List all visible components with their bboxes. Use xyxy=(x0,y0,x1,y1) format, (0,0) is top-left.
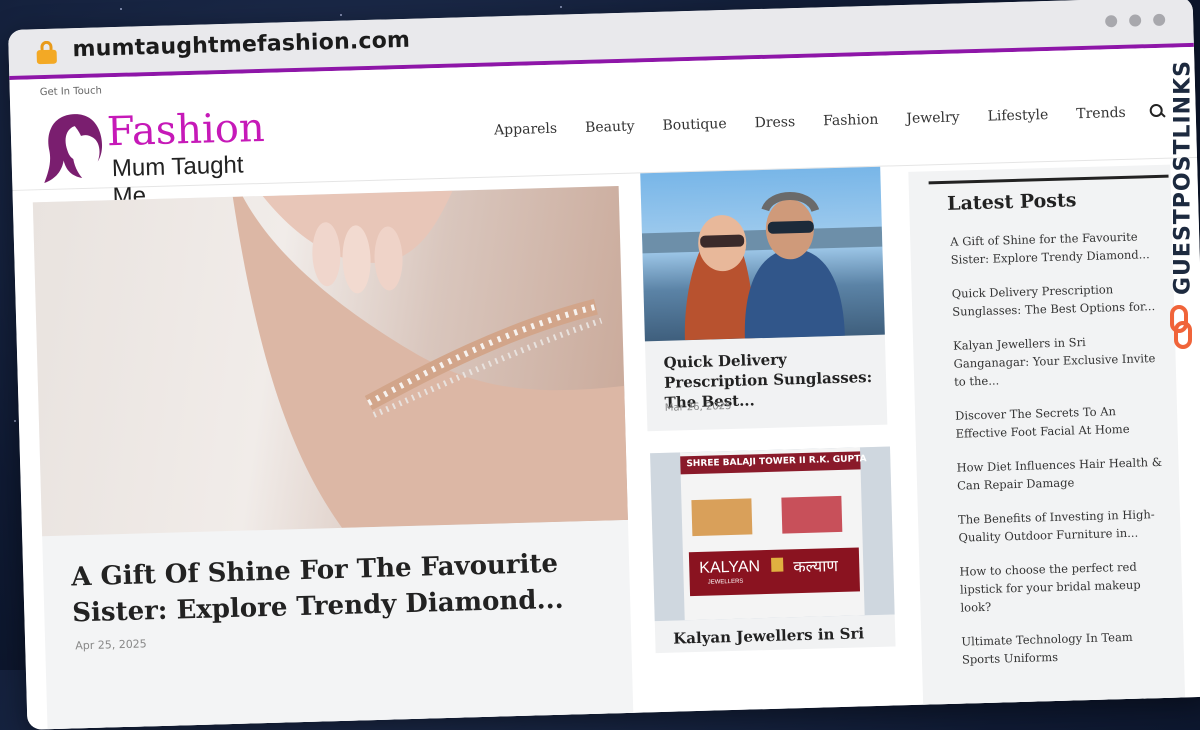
card-title[interactable]: Kalyan Jewellers in Sri xyxy=(673,623,883,649)
main-nav: Apparels Beauty Boutique Dress Fashion J… xyxy=(494,103,1166,139)
nav-item-fashion[interactable]: Fashion xyxy=(823,112,879,130)
card-image[interactable]: SHREE BALAJI TOWER II R.K. GUPTA KALYAN … xyxy=(650,446,895,622)
article-card[interactable]: Quick Delivery Prescription Sunglasses: … xyxy=(640,166,888,432)
article-card[interactable]: SHREE BALAJI TOWER II R.K. GUPTA KALYAN … xyxy=(650,446,896,654)
nav-item-dress[interactable]: Dress xyxy=(754,114,795,131)
logo-title: Fashion xyxy=(106,104,266,156)
main-content: A Gift Of Shine For The Favourite Sister… xyxy=(12,158,1200,730)
featured-image[interactable] xyxy=(32,186,628,537)
address-bar[interactable]: mumtaughtmefashion.com xyxy=(72,28,410,62)
guestpostlinks-badge: GUESTPOSTLINKS xyxy=(1160,55,1200,355)
latest-posts-list: A Gift of Shine for the Favourite Sister… xyxy=(950,227,1173,685)
nav-item-trends[interactable]: Trends xyxy=(1076,105,1126,122)
kalyan-logo-text: KALYAN xyxy=(699,558,761,577)
sidebar-heading: Latest Posts xyxy=(946,189,1077,215)
sidebar-divider xyxy=(928,174,1169,185)
nav-item-jewelry[interactable]: Jewelry xyxy=(906,109,960,126)
nav-item-boutique[interactable]: Boutique xyxy=(662,116,727,134)
latest-post-link[interactable]: A Gift of Shine for the Favourite Sister… xyxy=(950,227,1161,269)
nav-item-apparels[interactable]: Apparels xyxy=(494,121,557,139)
latest-post-link[interactable]: Discover The Secrets To An Effective Foo… xyxy=(955,401,1166,443)
kalyan-logo-subtext: JEWELLERS xyxy=(707,578,744,586)
badge-text: GUESTPOSTLINKS xyxy=(1170,60,1196,295)
window-dot-icon[interactable] xyxy=(1153,13,1166,27)
nav-item-beauty[interactable]: Beauty xyxy=(585,119,635,136)
woman-silhouette-icon xyxy=(44,114,103,184)
latest-post-link[interactable]: The Benefits of Investing in High-Qualit… xyxy=(958,505,1169,547)
site-logo[interactable]: Fashion Mum Taught Me xyxy=(40,102,282,210)
window-dot-icon[interactable] xyxy=(1105,15,1118,28)
window-controls xyxy=(1105,13,1166,28)
get-in-touch-link[interactable]: Get In Touch xyxy=(40,85,102,98)
latest-post-link[interactable]: How Diet Influences Hair Health & Can Re… xyxy=(956,453,1167,495)
latest-post-link[interactable]: Quick Delivery Prescription Sunglasses: … xyxy=(951,279,1162,321)
nav-item-lifestyle[interactable]: Lifestyle xyxy=(987,107,1048,125)
card-image[interactable] xyxy=(640,166,885,342)
sidebar-latest-posts: Latest Posts A Gift of Shine for the Fav… xyxy=(908,164,1186,712)
latest-post-link[interactable]: Kalyan Jewellers in Sri Ganganagar: Your… xyxy=(953,331,1164,391)
lock-icon xyxy=(36,40,57,65)
latest-post-link[interactable]: How to choose the perfect red lipstick f… xyxy=(959,557,1170,617)
kalyan-logo-hindi: कल्याण xyxy=(793,556,839,577)
browser-window: mumtaughtmefashion.com Get In Touch Fash… xyxy=(8,0,1200,730)
card-date: Mar 26, 2025 xyxy=(664,400,732,414)
featured-article[interactable]: A Gift Of Shine For The Favourite Sister… xyxy=(32,186,635,730)
featured-title[interactable]: A Gift Of Shine For The Favourite Sister… xyxy=(71,545,593,631)
window-dot-icon[interactable] xyxy=(1129,14,1142,27)
featured-date: Apr 25, 2025 xyxy=(75,637,147,653)
chain-link-icon xyxy=(1170,305,1192,349)
latest-post-link[interactable]: Ultimate Technology In Team Sports Unifo… xyxy=(961,627,1172,669)
web-page: Get In Touch Fashion Mum Taught Me Appar… xyxy=(9,46,1200,730)
